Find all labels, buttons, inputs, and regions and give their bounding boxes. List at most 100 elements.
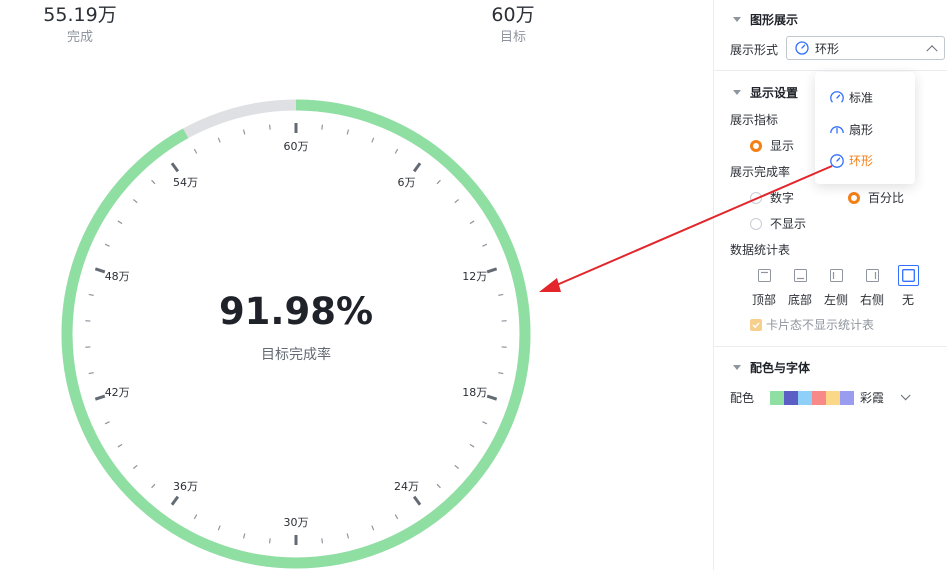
completion-radio-number[interactable]: 数字 [750,189,794,206]
major-tick [412,495,422,506]
layout-bottom-box [790,265,811,286]
minor-tick [268,124,271,130]
display-form-label: 展示形式 [730,43,779,57]
minor-tick [498,372,504,375]
gauge-caption: 目标完成率 [261,346,331,363]
minor-tick [151,179,156,185]
major-tick [170,495,180,506]
tick-label: 48万 [105,270,130,283]
palette-swatch [812,390,826,405]
layout-none-icon [901,269,915,282]
show-metric-radio[interactable]: 显示 [750,137,794,154]
palette-label: 配色 [730,391,755,405]
display-form-dropdown: 标准 扇形 环形 [815,72,915,184]
minor-tick [346,129,350,135]
layout-option-none[interactable]: 无 [890,265,926,308]
divider [714,346,947,347]
gauge-tick-labels: 60万 6万 12万 18万 24万 30万 36万 42万 48万 54万 [105,140,488,529]
layout-right-box [862,265,883,286]
layout-option-label: 左侧 [823,293,848,307]
display-form-select[interactable]: 环形 [786,36,945,60]
layout-option-label: 右侧 [859,293,884,307]
minor-tick [321,538,324,544]
checkbox-label: 卡片态不显示统计表 [766,318,875,332]
layout-top-icon [757,269,771,282]
minor-tick [133,199,138,204]
show-metric-label: 展示指标 [730,113,779,127]
minor-tick [346,533,350,539]
major-tick [486,394,498,401]
radio-checked-icon [750,139,762,152]
gauge-standard-icon [830,90,844,103]
radio-label: 显示 [770,139,795,153]
collapse-caret-icon [733,365,741,370]
minor-tick [242,533,246,539]
minor-tick [454,199,459,204]
dropdown-option-sector[interactable]: 扇形 [829,121,873,138]
layout-option-right[interactable]: 右侧 [854,265,890,308]
major-tick [170,162,180,173]
collapse-caret-icon [733,90,741,95]
stat-table-label: 数据统计表 [730,243,791,257]
display-form-value: 环形 [815,41,840,56]
layout-bottom-icon [793,269,807,282]
minor-tick [454,464,459,469]
completion-radio-hide[interactable]: 不显示 [750,215,806,232]
tick-label: 18万 [462,386,487,399]
stat-table-position-group: 顶部 底部 左侧 右侧 无 [746,265,926,308]
layout-option-left[interactable]: 左侧 [818,265,854,308]
layout-top-box [754,265,775,286]
gauge-ring-icon [795,41,809,55]
ring-gauge: 60万 6万 12万 18万 24万 30万 36万 42万 48万 54万 91.98% 目标完… [61,99,531,569]
minor-tick [371,137,375,143]
section-title: 配色与字体 [750,361,811,375]
completion-rate-label: 展示完成率 [730,165,791,179]
palette-swatch [840,390,854,405]
tick-label: 24万 [394,480,419,493]
gauge-ring-icon [830,153,844,168]
section-title: 显示设置 [750,86,799,100]
palette-swatch [784,390,798,405]
palette-swatch [826,390,840,405]
gauge-sector-icon [830,125,844,134]
layout-none-box [897,265,919,286]
dropdown-option-standard[interactable]: 标准 [829,89,873,106]
palette-select[interactable]: 彩霞 [770,389,911,406]
layout-option-top[interactable]: 顶部 [746,265,782,308]
minor-tick [498,293,504,296]
completion-radio-percent[interactable]: 百分比 [848,189,904,206]
minor-tick [88,293,94,296]
minor-tick [321,124,324,130]
tick-label: 12万 [462,270,487,283]
radio-label: 不显示 [770,217,807,231]
gauge-progress-arc [61,99,531,569]
tick-label: 60万 [284,140,309,153]
layout-left-icon [829,269,843,282]
major-tick [94,394,106,401]
minor-tick [436,179,441,185]
dropdown-option-ring[interactable]: 环形 [829,152,873,169]
tick-label: 30万 [284,516,309,529]
gauge-ticks [85,123,507,545]
minor-tick [117,220,123,225]
chevron-down-icon [900,390,911,401]
option-label: 标准 [849,91,874,105]
section-color-font[interactable]: 配色与字体 [714,359,810,376]
minor-tick [193,148,198,154]
divider [714,70,947,71]
palette-swatch [770,390,784,405]
section-display-settings[interactable]: 显示设置 [714,84,798,101]
palette-name: 彩霞 [860,391,885,405]
minor-tick [217,137,221,143]
section-chart-display[interactable]: 图形展示 [714,11,798,28]
minor-tick [482,243,488,247]
card-hide-table-checkbox[interactable]: 卡片态不显示统计表 [750,316,874,333]
layout-option-label: 无 [901,293,914,307]
tick-label: 6万 [398,176,416,189]
layout-left-box [826,265,847,286]
layout-right-icon [865,269,879,282]
minor-tick [436,483,441,489]
major-tick [94,267,106,274]
tick-label: 36万 [173,480,198,493]
layout-option-bottom[interactable]: 底部 [782,265,818,308]
